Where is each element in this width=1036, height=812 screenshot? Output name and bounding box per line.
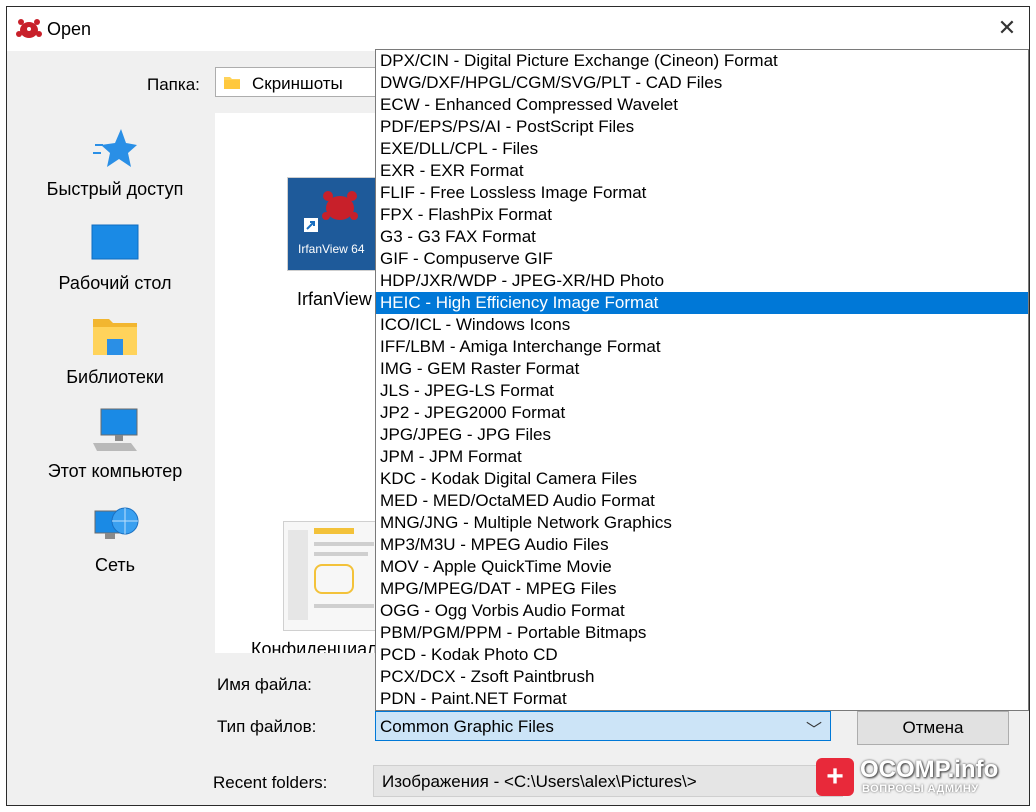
filetype-dropdown-list[interactable]: DPX/CIN - Digital Picture Exchange (Cine… (375, 49, 1029, 711)
watermark-subtitle: ВОПРОСЫ АДМИНУ (862, 783, 979, 795)
sidebar-item-network[interactable]: Сеть (25, 501, 205, 576)
filetype-option[interactable]: FLIF - Free Lossless Image Format (376, 182, 1028, 204)
filetype-option[interactable]: IMG - GEM Raster Format (376, 358, 1028, 380)
star-icon (93, 129, 137, 167)
shortcut-arrow-icon (304, 218, 318, 232)
sidebar-item-label: Этот компьютер (47, 461, 183, 481)
filetype-option[interactable]: JPG/JPEG - JPG Files (376, 424, 1028, 446)
sidebar-item-label: Сеть (94, 555, 136, 575)
irfanview-app-icon (16, 19, 42, 38)
filetype-option[interactable]: PBM/PGM/PPM - Portable Bitmaps (376, 622, 1028, 644)
network-icon (94, 507, 139, 539)
recent-folder-value: Изображения - <C:\Users\alex\Pictures\> (382, 772, 697, 791)
desktop-icon (91, 224, 139, 260)
close-button[interactable]: ✕ (993, 15, 1021, 43)
file-thumbnail[interactable] (283, 521, 385, 631)
sidebar-item-desktop[interactable]: Рабочий стол (25, 219, 205, 294)
sidebar-item-quick-access[interactable]: Быстрый доступ (25, 125, 205, 200)
filetype-option[interactable]: HDP/JXR/WDP - JPEG-XR/HD Photo (376, 270, 1028, 292)
filetype-option[interactable]: EXR - EXR Format (376, 160, 1028, 182)
filetype-option[interactable]: FPX - FlashPix Format (376, 204, 1028, 226)
folder-name: Скриншоты (252, 74, 343, 93)
filetype-label: Тип файлов: (217, 717, 317, 736)
recent-folders-label: Recent folders: (213, 773, 328, 792)
filetype-option[interactable]: G3 - G3 FAX Format (376, 226, 1028, 248)
filetype-option[interactable]: EXE/DLL/CPL - Files (376, 138, 1028, 160)
filetype-option[interactable]: GIF - Compuserve GIF (376, 248, 1028, 270)
sidebar-item-label: Библиотеки (66, 367, 164, 387)
filetype-option[interactable]: ECW - Enhanced Compressed Wavelet (376, 94, 1028, 116)
filetype-option[interactable]: MNG/JNG - Multiple Network Graphics (376, 512, 1028, 534)
folder-icon (224, 77, 240, 89)
filetype-option[interactable]: DPX/CIN - Digital Picture Exchange (Cine… (376, 50, 1028, 72)
filetype-option[interactable]: PCX/DCX - Zsoft Paintbrush (376, 666, 1028, 688)
sidebar-item-libraries[interactable]: Библиотеки (25, 313, 205, 388)
watermark-brand: OCOMP.info (860, 756, 999, 783)
filetype-option[interactable]: JPM - JPM Format (376, 446, 1028, 468)
filetype-option[interactable]: OGG - Ogg Vorbis Audio Format (376, 600, 1028, 622)
window-title: Open (47, 19, 92, 39)
sidebar-item-this-pc[interactable]: Этот компьютер (25, 407, 205, 482)
file-list[interactable]: IrfanView 64 IrfanView Конфиденциальност… (215, 113, 434, 653)
filename-label: Имя файла: (217, 675, 312, 694)
filetype-option[interactable]: HEIC - High Efficiency Image Format (376, 292, 1028, 314)
irfanview-logo-icon (322, 191, 358, 220)
recent-folders-select[interactable]: Изображения - <C:\Users\alex\Pictures\> … (373, 765, 843, 797)
filetype-option[interactable]: JP2 - JPEG2000 Format (376, 402, 1028, 424)
sidebar-item-label: Быстрый доступ (46, 179, 184, 199)
filetype-value: Common Graphic Files (380, 717, 554, 736)
folder-label: Папка: (147, 75, 200, 94)
filetype-option[interactable]: PCD - Kodak Photo CD (376, 644, 1028, 666)
file-name: IrfanView (297, 289, 372, 309)
sidebar-item-label: Рабочий стол (58, 273, 172, 293)
filetype-option[interactable]: JLS - JPEG-LS Format (376, 380, 1028, 402)
filetype-option[interactable]: MPG/MPEG/DAT - MPEG Files (376, 578, 1028, 600)
folder-combo[interactable]: Скриншоты (215, 67, 385, 97)
filetype-option[interactable]: MOV - Apple QuickTime Movie (376, 556, 1028, 578)
filetype-option[interactable]: DWG/DXF/HPGL/CGM/SVG/PLT - CAD Files (376, 72, 1028, 94)
filetype-option[interactable]: ICO/ICL - Windows Icons (376, 314, 1028, 336)
thumbnail-label: IrfanView 64 (298, 242, 365, 256)
cancel-button[interactable]: Отмена (857, 711, 1009, 745)
computer-icon (93, 408, 138, 451)
file-thumbnail[interactable]: IrfanView 64 (287, 177, 385, 271)
filetype-option[interactable]: KDC - Kodak Digital Camera Files (376, 468, 1028, 490)
plus-logo-icon: + (816, 758, 854, 796)
filetype-option[interactable]: IFF/LBM - Amiga Interchange Format (376, 336, 1028, 358)
filetype-option[interactable]: MP3/M3U - MPEG Audio Files (376, 534, 1028, 556)
filetype-select[interactable]: Common Graphic Files ﹀ (375, 711, 831, 741)
filetype-option[interactable]: PDN - Paint.NET Format (376, 688, 1028, 710)
chevron-down-icon: ﹀ (805, 722, 822, 739)
libraries-folder-icon (93, 319, 137, 355)
title-bar: Open ✕ (7, 7, 1029, 51)
filetype-option[interactable]: MED - MED/OctaMED Audio Format (376, 490, 1028, 512)
close-icon: ✕ (997, 15, 1017, 40)
filetype-option[interactable]: PDF/EPS/PS/AI - PostScript Files (376, 116, 1028, 138)
open-dialog: Open ✕ Папка: Скриншоты Быстрый доступ Р… (6, 6, 1030, 806)
watermark: + OCOMP.info ВОПРОСЫ АДМИНУ (812, 756, 1026, 800)
